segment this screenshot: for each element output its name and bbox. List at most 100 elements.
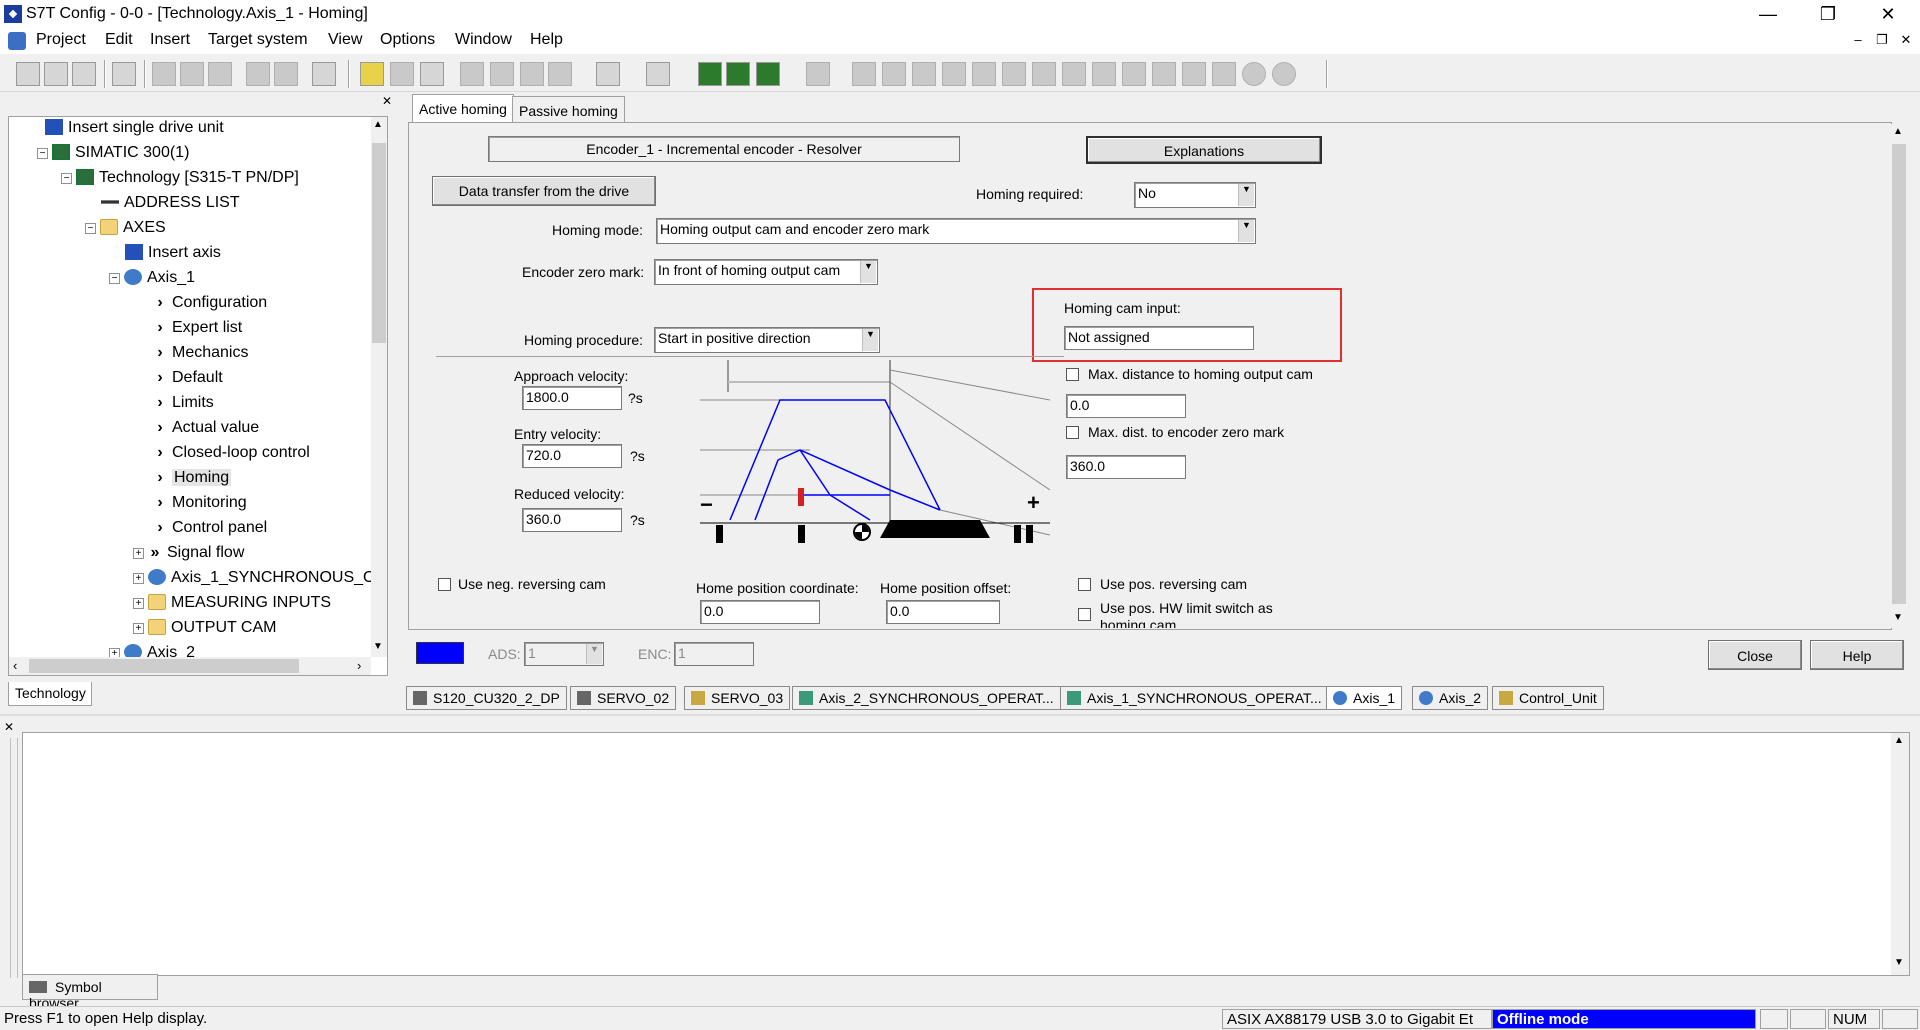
tool-9-icon[interactable]: [1092, 62, 1116, 86]
scroll-right-icon[interactable]: ›: [357, 658, 361, 673]
tool-15-icon[interactable]: [1272, 62, 1296, 86]
scroll-thumb[interactable]: [29, 659, 299, 673]
tab-s120-cu320[interactable]: S120_CU320_2_DP: [406, 686, 567, 710]
tree-vertical-scrollbar[interactable]: ▲ ▼: [371, 117, 387, 657]
tool-14-icon[interactable]: [1242, 62, 1266, 86]
paste-icon[interactable]: [208, 62, 232, 86]
tree-item-insert-drive[interactable]: Insert single drive unit: [45, 119, 224, 144]
output-vertical-scrollbar[interactable]: ▲ ▼: [1891, 733, 1909, 975]
help-pointer-icon[interactable]: [312, 62, 336, 86]
device-config-icon[interactable]: [596, 62, 620, 86]
tree-item-axis-1-sync[interactable]: + Axis_1_SYNCHRONOUS_O: [133, 569, 376, 594]
tree-item-expert-list[interactable]: › Expert list: [153, 319, 242, 344]
expand-icon[interactable]: +: [133, 573, 144, 584]
scroll-down-icon[interactable]: ▼: [373, 641, 383, 652]
menu-target-system[interactable]: Target system: [208, 31, 308, 49]
mdi-restore-button[interactable]: ❐: [1872, 32, 1892, 48]
tab-axis-2[interactable]: Axis_2: [1412, 686, 1489, 710]
close-window-button[interactable]: ✕: [1860, 0, 1916, 28]
explanations-button[interactable]: Explanations: [1086, 136, 1322, 164]
max-dist-cam-input[interactable]: 0.0: [1066, 394, 1186, 418]
tree-item-default[interactable]: › Default: [153, 369, 222, 394]
tree-item-actual-value[interactable]: › Actual value: [153, 419, 259, 444]
approach-velocity-input[interactable]: 1800.0: [522, 386, 622, 410]
reduced-velocity-input[interactable]: 360.0: [522, 508, 622, 532]
collapse-icon[interactable]: −: [37, 148, 48, 159]
collapse-icon[interactable]: −: [61, 173, 72, 184]
homing-required-select[interactable]: No ▼: [1134, 182, 1256, 208]
dialog-vertical-scrollbar[interactable]: ▲ ▼: [1890, 124, 1908, 628]
tree-item-axis-1[interactable]: − Axis_1: [109, 269, 195, 294]
dropdown-arrow-icon[interactable]: ▼: [862, 329, 878, 351]
tab-active-homing[interactable]: Active homing: [412, 94, 514, 123]
entry-velocity-input[interactable]: 720.0: [522, 444, 622, 468]
scroll-down-icon[interactable]: ▼: [1893, 612, 1903, 623]
tab-axis-1-sync[interactable]: Axis_1_SYNCHRONOUS_OPERAT...: [1060, 686, 1329, 710]
trace-settings-icon[interactable]: [726, 62, 750, 86]
scroll-up-icon[interactable]: ▲: [1893, 126, 1903, 137]
data-transfer-button[interactable]: Data transfer from the drive: [432, 176, 656, 206]
tree-item-output-cam[interactable]: + OUTPUT CAM: [133, 619, 276, 644]
tool-1-icon[interactable]: [852, 62, 876, 86]
tool-3-icon[interactable]: [912, 62, 936, 86]
accessible-nodes-icon[interactable]: [360, 62, 384, 86]
max-dist-zero-input[interactable]: 360.0: [1066, 455, 1186, 479]
menu-window[interactable]: Window: [455, 31, 512, 49]
tree-item-technology[interactable]: − Technology [S315-T PN/DP]: [61, 169, 299, 194]
encoder-zero-mark-select[interactable]: In front of homing output cam ▼: [654, 259, 878, 285]
operating-state-icon[interactable]: [646, 62, 670, 86]
pos-hw-limit-checkbox[interactable]: [1078, 608, 1091, 621]
menu-options[interactable]: Options: [380, 31, 435, 49]
home-position-offset-input[interactable]: 0.0: [886, 600, 1000, 624]
pos-reversing-checkbox[interactable]: [1078, 578, 1091, 591]
output-close-icon[interactable]: ✕: [4, 720, 14, 734]
tree-horizontal-scrollbar[interactable]: ‹ ›: [9, 657, 371, 675]
technology-tab[interactable]: Technology: [8, 682, 92, 706]
expand-icon[interactable]: +: [133, 548, 144, 559]
cut-icon[interactable]: [152, 62, 176, 86]
menu-project[interactable]: Project: [36, 31, 86, 49]
trace-icon[interactable]: [698, 62, 722, 86]
scroll-thumb[interactable]: [372, 143, 386, 343]
tree-item-control-panel[interactable]: › Control panel: [153, 519, 267, 544]
tab-axis-2-sync[interactable]: Axis_2_SYNCHRONOUS_OPERAT...: [792, 686, 1061, 710]
save-compile-icon[interactable]: [72, 62, 96, 86]
tab-control-unit[interactable]: Control_Unit: [1492, 686, 1604, 710]
tree-item-measuring-inputs[interactable]: + MEASURING INPUTS: [133, 594, 331, 619]
menu-help[interactable]: Help: [530, 31, 563, 49]
homing-mode-select[interactable]: Homing output cam and encoder zero mark ▼: [656, 218, 1256, 244]
compare-icon[interactable]: [460, 62, 484, 86]
connect-target-icon[interactable]: [420, 62, 444, 86]
tab-axis-1[interactable]: Axis_1: [1326, 686, 1403, 710]
home-position-coordinate-input[interactable]: 0.0: [700, 600, 820, 624]
tab-servo-02[interactable]: SERVO_02: [570, 686, 677, 710]
tree-item-axes[interactable]: − AXES: [85, 219, 166, 244]
hw-config-icon[interactable]: [806, 62, 830, 86]
undo-icon[interactable]: [246, 62, 270, 86]
tree-item-insert-axis[interactable]: Insert axis: [125, 244, 221, 269]
tab-servo-03[interactable]: SERVO_03: [684, 686, 791, 710]
panel-close-icon[interactable]: ✕: [382, 94, 392, 108]
tool-8-icon[interactable]: [1062, 62, 1086, 86]
mdi-close-button[interactable]: ✕: [1896, 32, 1916, 48]
tool-13-icon[interactable]: [1212, 62, 1236, 86]
redo-icon[interactable]: [274, 62, 298, 86]
help-button[interactable]: Help: [1810, 640, 1904, 670]
dropdown-arrow-icon[interactable]: ▼: [1238, 220, 1254, 242]
tree-item-homing[interactable]: › Homing: [153, 469, 232, 494]
menu-insert[interactable]: Insert: [150, 31, 190, 49]
symbol-browser-tab[interactable]: Symbol browser: [22, 974, 158, 1011]
tree-item-address-list[interactable]: ADDRESS LIST: [101, 194, 240, 219]
mdi-minimize-button[interactable]: –: [1848, 32, 1868, 47]
tree-item-signal-flow[interactable]: +» Signal flow: [133, 544, 244, 569]
load-project-icon[interactable]: [390, 62, 414, 86]
restore-button[interactable]: ❐: [1800, 0, 1856, 28]
tree-item-closed-loop-control[interactable]: › Closed-loop control: [153, 444, 310, 469]
max-dist-zero-checkbox[interactable]: [1066, 426, 1079, 439]
tab-passive-homing[interactable]: Passive homing: [512, 96, 625, 122]
homing-procedure-select[interactable]: Start in positive direction ▼: [654, 327, 880, 353]
tool-12-icon[interactable]: [1182, 62, 1206, 86]
copy-ram-rom-icon[interactable]: [548, 62, 572, 86]
collapse-icon[interactable]: −: [109, 273, 120, 284]
print-icon[interactable]: [112, 62, 136, 86]
